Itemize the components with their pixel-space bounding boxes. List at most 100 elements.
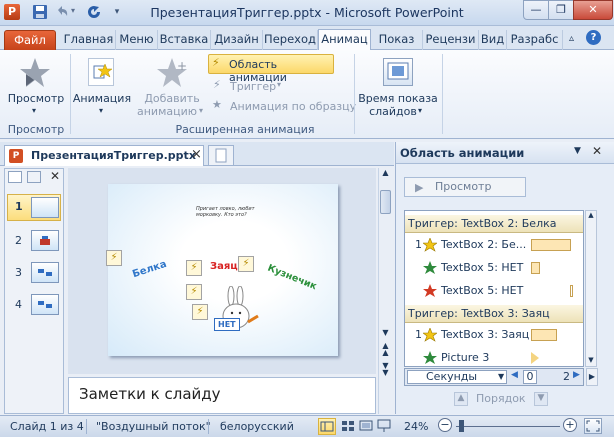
slide-canvas[interactable]: Пригает ловко, любит морковку. Кто это? … — [108, 184, 338, 356]
zoom-slider-track[interactable] — [456, 426, 560, 427]
close-slides-panel-icon[interactable]: ✕ — [50, 169, 60, 183]
timeline-scroll-right-icon[interactable]: ▶ — [586, 368, 598, 386]
move-up-icon[interactable]: ▲ — [454, 392, 468, 406]
tab-file[interactable]: Файл — [4, 30, 56, 50]
theme-name[interactable]: "Воздушный поток" — [96, 420, 211, 433]
timing-bar[interactable] — [531, 262, 540, 274]
add-animation-button-line2[interactable]: анимацию — [132, 105, 202, 118]
scroll-down-icon[interactable]: ▼ — [380, 328, 391, 337]
slide-thumbnail-4[interactable] — [31, 294, 59, 315]
animation-dropdown-icon[interactable]: ▾ — [99, 106, 103, 115]
timeline-right-icon[interactable]: ▶ — [573, 370, 580, 380]
animation-list-scrollbar[interactable]: ▲ ▼ — [585, 210, 597, 367]
scroll-down-icon[interactable]: ▼ — [586, 356, 596, 364]
slide-thumbnail-2[interactable] — [31, 230, 59, 251]
zoom-level[interactable]: 24% — [404, 420, 428, 433]
outline-view-icon[interactable] — [27, 171, 41, 183]
tab-menu[interactable]: Меню — [116, 30, 158, 50]
slide-vertical-scrollbar[interactable]: ▲ ▼ ▲ ▲ ▼ ▼ — [378, 168, 392, 414]
zoom-out-icon[interactable]: − — [438, 418, 452, 432]
scroll-up-icon[interactable]: ▲ — [586, 211, 596, 219]
tab-design[interactable]: Дизайн — [211, 30, 263, 50]
minimize-button[interactable]: — — [523, 0, 549, 20]
animation-pane-button[interactable]: ⚡ Область анимации — [208, 54, 334, 84]
question-text[interactable]: Пригает ловко, любит морковку. Кто это? — [196, 206, 256, 218]
timing-icon[interactable] — [383, 58, 413, 86]
trigger-marker-icon[interactable]: ⚡ — [106, 250, 122, 266]
preview-star-icon[interactable] — [18, 56, 52, 90]
animation-item[interactable]: TextBox 5: НЕТ — [405, 280, 583, 302]
add-animation-star-icon[interactable]: + — [155, 56, 189, 90]
next-slide-icon[interactable]: ▼ ▼ — [380, 362, 391, 377]
help-icon[interactable]: ? — [586, 30, 601, 45]
fit-to-window-icon[interactable] — [584, 418, 602, 434]
zoom-slider-thumb[interactable] — [459, 420, 464, 432]
trigger-button[interactable]: Триггер — [230, 80, 276, 93]
animation-button[interactable]: Анимация — [70, 92, 134, 105]
trigger-dropdown-icon[interactable]: ▾ — [277, 80, 281, 89]
scroll-up-icon[interactable]: ▲ — [380, 168, 391, 180]
minimize-ribbon-icon[interactable]: ▵ — [569, 33, 574, 44]
belka-textbox[interactable]: Белка — [131, 259, 168, 280]
timing-bar[interactable] — [531, 329, 557, 341]
notes-pane[interactable]: Заметки к слайду — [68, 377, 376, 414]
tab-insert[interactable]: Вставка — [158, 30, 211, 50]
slideshow-icon[interactable] — [376, 418, 394, 435]
preview-button[interactable]: Просмотр — [4, 92, 68, 105]
animation-gallery-icon[interactable] — [88, 58, 114, 86]
preview-dropdown-icon[interactable]: ▾ — [32, 106, 36, 115]
timeline-unit-select[interactable]: Секунды ▼ — [407, 370, 507, 384]
move-down-icon[interactable]: ▼ — [534, 392, 548, 406]
tab-developer[interactable]: Разрабс — [507, 30, 563, 50]
reading-view-icon[interactable] — [358, 418, 376, 435]
timing-bar[interactable] — [531, 239, 571, 251]
trigger-marker-icon[interactable]: ⚡ — [186, 260, 202, 276]
trigger-group-header[interactable]: Триггер: TextBox 3: Заяц — [405, 305, 583, 323]
timing-bar[interactable] — [570, 285, 573, 297]
close-animation-pane-icon[interactable]: ✕ — [592, 144, 602, 158]
pane-options-dropdown-icon[interactable]: ▼ — [574, 146, 581, 156]
document-tab-close-icon[interactable]: × — [191, 147, 202, 162]
animation-item[interactable]: 1 TextBox 3: Заяц — [405, 324, 583, 346]
trigger-marker-icon[interactable]: ⚡ — [192, 304, 208, 320]
zoom-in-icon[interactable]: + — [563, 418, 577, 432]
timing-button-line1[interactable]: Время показа — [356, 92, 440, 105]
slide-thumbnail-1[interactable] — [31, 197, 59, 218]
animation-item[interactable]: 1 TextBox 2: Бе... — [405, 234, 583, 256]
animation-painter-button[interactable]: Анимация по образцу — [230, 100, 356, 113]
slide-number: 3 — [15, 266, 22, 279]
timeline-left-icon[interactable]: ◀ — [511, 370, 518, 380]
animation-list[interactable]: Триггер: TextBox 2: Белка 1 TextBox 2: Б… — [404, 210, 584, 367]
animation-item[interactable]: Picture 3 — [405, 347, 583, 366]
animation-item[interactable]: TextBox 5: НЕТ — [405, 257, 583, 279]
normal-view-icon[interactable] — [318, 418, 336, 435]
tab-slideshow[interactable]: Показ сл — [371, 30, 423, 65]
trigger-marker-icon[interactable]: ⚡ — [238, 256, 254, 272]
add-animation-button-line1[interactable]: Добавить — [138, 92, 206, 105]
trigger-icon: ⚡ — [213, 78, 221, 91]
slide-thumbnail-3[interactable] — [31, 262, 59, 283]
slide-sorter-icon[interactable] — [340, 418, 358, 435]
document-tab[interactable]: P ПрезентацияТриггер.pptx × — [4, 145, 204, 166]
close-button[interactable]: ✕ — [573, 0, 613, 20]
kuznechik-textbox[interactable]: Кузнечик — [266, 263, 318, 293]
tab-review[interactable]: Рецензи — [423, 30, 479, 50]
play-preview-button[interactable]: ▶ Просмотр — [404, 177, 526, 197]
restore-button[interactable]: ❐ — [548, 0, 574, 20]
tab-transitions[interactable]: Переход — [263, 30, 318, 50]
trigger-group-header[interactable]: Триггер: TextBox 2: Белка — [405, 215, 583, 233]
scroll-thumb[interactable] — [380, 190, 391, 214]
previous-slide-icon[interactable]: ▲ ▲ — [380, 342, 391, 357]
add-animation-dropdown-icon[interactable]: ▾ — [199, 106, 203, 115]
new-document-tab-icon[interactable] — [208, 145, 234, 166]
language-indicator[interactable]: белорусский — [220, 420, 294, 433]
timing-arrow-icon[interactable] — [531, 352, 539, 364]
tab-home[interactable]: Главная — [62, 30, 116, 50]
slides-view-icon[interactable] — [8, 171, 22, 183]
trigger-marker-icon[interactable]: ⚡ — [186, 284, 202, 300]
net-textbox[interactable]: НЕТ — [214, 318, 240, 331]
tab-view[interactable]: Вид — [479, 30, 507, 50]
tab-animations[interactable]: Анимац — [318, 29, 371, 51]
zayac-textbox[interactable]: Заяц — [210, 261, 238, 272]
timing-dropdown-icon[interactable]: ▾ — [418, 106, 422, 115]
